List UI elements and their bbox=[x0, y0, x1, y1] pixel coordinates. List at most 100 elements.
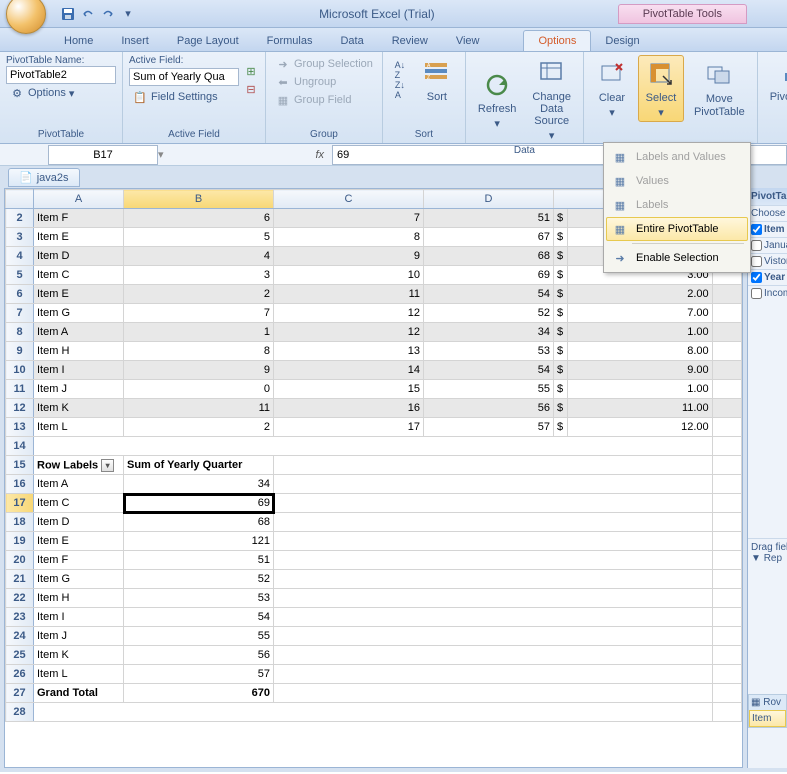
cell[interactable]: 68 bbox=[124, 513, 274, 532]
tab-design[interactable]: Design bbox=[591, 31, 653, 51]
cell[interactable]: 10 bbox=[274, 266, 424, 285]
cell[interactable]: 69 bbox=[124, 494, 274, 513]
row-header[interactable]: 11 bbox=[6, 380, 34, 399]
cell[interactable]: Item K bbox=[34, 399, 124, 418]
col-header-C[interactable]: C bbox=[274, 190, 424, 209]
row-header[interactable]: 6 bbox=[6, 285, 34, 304]
sort-button[interactable]: AZ Sort bbox=[415, 55, 459, 105]
row-header[interactable]: 12 bbox=[6, 399, 34, 418]
refresh-button[interactable]: Refresh ▾ bbox=[472, 67, 523, 132]
cell[interactable]: Item E bbox=[34, 285, 124, 304]
tab-page-layout[interactable]: Page Layout bbox=[163, 31, 253, 51]
menu-entire-pivottable[interactable]: ▦Entire PivotTable bbox=[606, 217, 748, 241]
row-header[interactable]: 21 bbox=[6, 570, 34, 589]
cell[interactable]: $ bbox=[554, 361, 568, 380]
cell[interactable]: 9 bbox=[124, 361, 274, 380]
tab-home[interactable]: Home bbox=[50, 31, 107, 51]
col-header-D[interactable]: D bbox=[424, 190, 554, 209]
cell[interactable]: 11.00 bbox=[568, 399, 713, 418]
field-checkbox-Incom[interactable]: Incom bbox=[748, 285, 787, 301]
group-field-button[interactable]: ▦Group Field bbox=[272, 91, 376, 109]
row-header[interactable]: 10 bbox=[6, 361, 34, 380]
cell[interactable]: $ bbox=[554, 399, 568, 418]
row-header[interactable]: 23 bbox=[6, 608, 34, 627]
cell[interactable]: $ bbox=[554, 247, 568, 266]
row-header[interactable]: 28 bbox=[6, 703, 34, 722]
cell[interactable]: 51 bbox=[424, 209, 554, 228]
cell[interactable]: 54 bbox=[424, 285, 554, 304]
cell[interactable]: 67 bbox=[424, 228, 554, 247]
cell[interactable]: 34 bbox=[424, 323, 554, 342]
cell[interactable]: Item E bbox=[34, 532, 124, 551]
tab-insert[interactable]: Insert bbox=[107, 31, 163, 51]
menu-values[interactable]: ▦Values bbox=[606, 169, 748, 193]
tab-review[interactable]: Review bbox=[378, 31, 442, 51]
menu-labels[interactable]: ▦Labels bbox=[606, 193, 748, 217]
ungroup-button[interactable]: ⬅Ungroup bbox=[272, 73, 376, 91]
cell[interactable]: $ bbox=[554, 209, 568, 228]
cell[interactable]: Item L bbox=[34, 665, 124, 684]
field-settings-button[interactable]: 📋Field Settings bbox=[129, 88, 239, 106]
row-header[interactable]: 19 bbox=[6, 532, 34, 551]
workbook-tab[interactable]: 📄java2s bbox=[8, 168, 80, 187]
spreadsheet-grid[interactable]: ABCDE2Item F6751$3Item E5867$5.004Item D… bbox=[4, 188, 743, 768]
cell[interactable]: $ bbox=[554, 323, 568, 342]
row-labels-item[interactable]: Item bbox=[749, 710, 786, 727]
options-button[interactable]: ⚙Options ▾ bbox=[6, 84, 116, 102]
redo-icon[interactable] bbox=[100, 6, 116, 22]
name-box[interactable]: B17 bbox=[48, 145, 158, 165]
cell[interactable]: $ bbox=[554, 418, 568, 437]
row-header[interactable]: 15 bbox=[6, 456, 34, 475]
cell[interactable]: Item L bbox=[34, 418, 124, 437]
save-icon[interactable] bbox=[60, 6, 76, 22]
cell[interactable]: Item A bbox=[34, 475, 124, 494]
row-header[interactable]: 4 bbox=[6, 247, 34, 266]
sort-asc-button[interactable]: A↓Z bbox=[389, 61, 411, 79]
cell[interactable]: Item J bbox=[34, 627, 124, 646]
cell[interactable]: 34 bbox=[124, 475, 274, 494]
cell[interactable]: 54 bbox=[124, 608, 274, 627]
pivotchart-button[interactable]: PivotChart bbox=[764, 55, 787, 105]
cell[interactable]: 8 bbox=[274, 228, 424, 247]
row-header[interactable]: 26 bbox=[6, 665, 34, 684]
row-header[interactable]: 2 bbox=[6, 209, 34, 228]
cell[interactable]: 1.00 bbox=[568, 323, 713, 342]
cell[interactable]: 7 bbox=[124, 304, 274, 323]
pivot-sum-header[interactable]: Sum of Yearly Quarter bbox=[124, 456, 274, 475]
cell[interactable]: 2.00 bbox=[568, 285, 713, 304]
cell[interactable]: Item J bbox=[34, 380, 124, 399]
row-header[interactable]: 20 bbox=[6, 551, 34, 570]
cell[interactable]: 12 bbox=[274, 323, 424, 342]
cell[interactable]: 12 bbox=[274, 304, 424, 323]
cell[interactable]: 3 bbox=[124, 266, 274, 285]
cell[interactable]: 1.00 bbox=[568, 380, 713, 399]
field-checkbox-Janua[interactable]: Janua bbox=[748, 237, 787, 253]
cell[interactable]: Item H bbox=[34, 342, 124, 361]
cell[interactable]: 12.00 bbox=[568, 418, 713, 437]
cell[interactable]: $ bbox=[554, 285, 568, 304]
field-checkbox-Item[interactable]: Item bbox=[748, 221, 787, 237]
col-header-A[interactable]: A bbox=[34, 190, 124, 209]
cell[interactable]: 55 bbox=[124, 627, 274, 646]
cell[interactable]: 51 bbox=[124, 551, 274, 570]
fx-icon[interactable]: fx bbox=[315, 149, 324, 161]
qat-customize-icon[interactable]: ▾ bbox=[120, 6, 136, 22]
row-header[interactable]: 16 bbox=[6, 475, 34, 494]
cell[interactable]: $ bbox=[554, 342, 568, 361]
tab-view[interactable]: View bbox=[442, 31, 494, 51]
grand-total-value[interactable]: 670 bbox=[124, 684, 274, 703]
cell[interactable]: $ bbox=[554, 266, 568, 285]
cell[interactable]: Item D bbox=[34, 247, 124, 266]
cell[interactable]: 16 bbox=[274, 399, 424, 418]
cell[interactable]: 2 bbox=[124, 285, 274, 304]
cell[interactable]: Item C bbox=[34, 494, 124, 513]
cell[interactable]: 2 bbox=[124, 418, 274, 437]
cell[interactable]: 53 bbox=[124, 589, 274, 608]
expand-icon[interactable]: ⊞ bbox=[243, 64, 259, 80]
row-header[interactable]: 17 bbox=[6, 494, 34, 513]
cell[interactable]: 53 bbox=[424, 342, 554, 361]
cell[interactable]: 57 bbox=[424, 418, 554, 437]
row-labels-zone[interactable]: ▦ Rov Item bbox=[748, 694, 787, 728]
undo-icon[interactable] bbox=[80, 6, 96, 22]
cell[interactable]: 52 bbox=[124, 570, 274, 589]
